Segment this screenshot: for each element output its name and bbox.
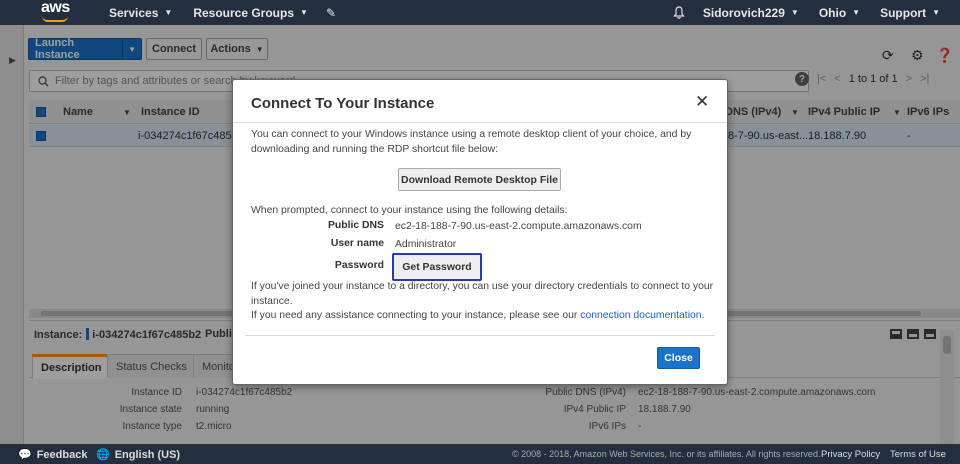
services-label: Services xyxy=(109,5,159,20)
directory-text-line1: If you've joined your instance to a dire… xyxy=(251,281,714,292)
download-rdp-file-button[interactable]: Download Remote Desktop File xyxy=(398,168,561,191)
connection-documentation-link[interactable]: connection documentation xyxy=(580,310,701,321)
chevron-down-icon: ▼ xyxy=(300,8,308,17)
close-button[interactable]: Close xyxy=(657,347,700,369)
aws-logo-text: aws xyxy=(41,0,70,16)
intro-text-line2: downloading and running the RDP shortcut… xyxy=(251,144,499,155)
prompt-text: When prompted, connect to your instance … xyxy=(251,205,568,216)
support-label: Support xyxy=(880,5,927,20)
public-dns-value: ec2-18-188-7-90.us-east-2.compute.amazon… xyxy=(395,221,642,232)
resource-groups-label: Resource Groups xyxy=(193,5,295,20)
dialog-title: Connect To Your Instance xyxy=(251,95,435,112)
terms-of-use-link[interactable]: Terms of Use xyxy=(890,449,946,460)
support-menu[interactable]: Support ▼ xyxy=(880,6,940,20)
password-label: Password xyxy=(334,260,384,271)
feedback-link[interactable]: 💬 Feedback xyxy=(18,448,88,462)
chevron-down-icon: ▼ xyxy=(852,8,861,17)
chat-bubble-icon: 💬 xyxy=(18,449,32,461)
chevron-down-icon: ▼ xyxy=(790,8,799,17)
privacy-policy-link[interactable]: Privacy Policy xyxy=(821,449,880,460)
pin-icon[interactable]: ✎ xyxy=(326,6,336,20)
region-menu[interactable]: Ohio ▼ xyxy=(819,6,860,20)
chevron-down-icon: ▼ xyxy=(164,8,173,17)
get-password-button[interactable]: Get Password xyxy=(392,253,482,281)
divider xyxy=(233,122,727,123)
top-navigation-bar: aws Services ▼ Resource Groups ▼ ✎ Sidor… xyxy=(0,0,960,25)
copyright-text: © 2008 - 2018, Amazon Web Services, Inc.… xyxy=(512,449,821,459)
account-name: Sidorovich229 xyxy=(702,5,785,20)
username-label: User name xyxy=(330,238,384,249)
assistance-prefix: If you need any assistance connecting to… xyxy=(251,310,581,321)
globe-icon: 🌐 xyxy=(96,449,110,461)
username-value: Administrator xyxy=(395,239,457,250)
divider xyxy=(245,335,715,336)
services-menu[interactable]: Services ▼ xyxy=(109,6,172,20)
assistance-end: . xyxy=(701,310,705,321)
account-menu[interactable]: Sidorovich229 ▼ xyxy=(703,6,799,20)
public-dns-label: Public DNS xyxy=(327,220,384,231)
footer-bar: 💬 Feedback 🌐 English (US) © 2008 - 2018,… xyxy=(0,444,960,464)
feedback-label: Feedback xyxy=(36,448,88,461)
assistance-text: If you need any assistance connecting to… xyxy=(251,308,704,323)
language-label: English (US) xyxy=(114,448,181,461)
directory-text-line2: instance. xyxy=(251,296,293,307)
aws-logo[interactable]: aws xyxy=(0,0,88,25)
language-selector[interactable]: 🌐 English (US) xyxy=(96,448,181,462)
bell-icon[interactable] xyxy=(673,6,685,19)
resource-groups-menu[interactable]: Resource Groups ▼ xyxy=(193,6,308,20)
region-name: Ohio xyxy=(818,5,847,20)
intro-text-line1: You can connect to your Windows instance… xyxy=(251,129,692,140)
aws-smile-icon xyxy=(42,16,68,22)
close-icon[interactable]: ✕ xyxy=(695,92,709,112)
connect-instance-dialog: Connect To Your Instance ✕ You can conne… xyxy=(232,79,728,385)
chevron-down-icon: ▼ xyxy=(932,8,940,17)
